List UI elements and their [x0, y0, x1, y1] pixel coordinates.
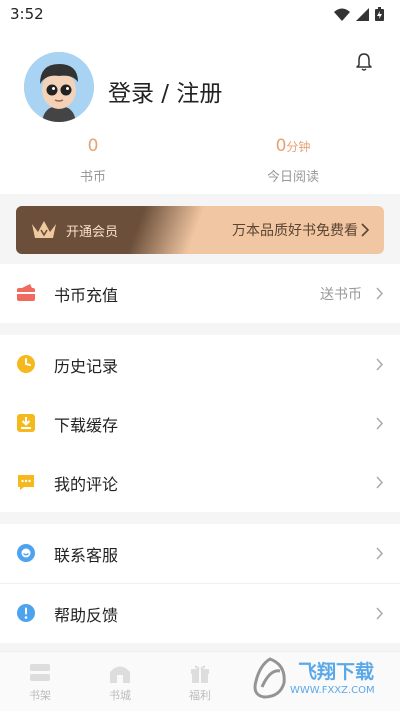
stat-reading-number: 0 [275, 136, 287, 156]
stat-reading-unit: 分钟 [286, 140, 311, 154]
recharge-value: 送书币 [320, 286, 362, 303]
watermark: 飞翔下载 WWW.FXXZ.COM [250, 655, 390, 705]
tab-bookshelf-label: 书架 [29, 688, 51, 702]
help-feedback-label: 帮助反馈 [54, 605, 119, 625]
stat-reading-label: 今日阅读 [266, 170, 319, 185]
tab-bookstore-label: 书城 [109, 688, 131, 702]
customer-service-label: 联系客服 [54, 545, 119, 565]
profile-header: 登录 / 注册 0 书币 0分钟 今日阅读 [0, 28, 400, 194]
comments-label: 我的评论 [54, 474, 119, 494]
chevron-right-icon [376, 358, 384, 371]
history-row[interactable]: 历史记录 [0, 335, 400, 394]
stat-reading-time[interactable]: 0分钟 今日阅读 [193, 134, 393, 185]
chevron-right-icon [361, 223, 370, 237]
avatar-illustration [24, 52, 94, 122]
download-label: 下载缓存 [54, 415, 119, 435]
comment-icon [18, 475, 34, 490]
recharge-label: 书币充值 [54, 285, 119, 305]
comments-row[interactable]: 我的评论 [0, 453, 400, 512]
stat-coins-value: 0 [0, 134, 193, 158]
vip-promo-label: 万本品质好书免费看 [232, 223, 358, 239]
bell-icon[interactable] [354, 52, 374, 72]
vip-section: 开通会员 万本品质好书免费看 [0, 194, 400, 264]
bookstore-icon [110, 666, 130, 683]
crown-icon [32, 221, 56, 238]
vip-open-label: 开通会员 [66, 225, 119, 240]
status-bar: 3:52 [0, 0, 400, 28]
wallet-icon [17, 284, 35, 301]
vip-banner[interactable]: 开通会员 万本品质好书免费看 [16, 206, 384, 254]
chevron-right-icon [376, 417, 384, 430]
clock-icon [17, 355, 35, 373]
bookshelf-icon [30, 663, 50, 681]
tab-welfare-label: 福利 [189, 688, 211, 702]
watermark-url: WWW.FXXZ.COM [290, 685, 375, 696]
status-time: 3:52 [10, 5, 44, 23]
tab-bookshelf[interactable]: 书架 [0, 652, 80, 711]
customer-service-icon [17, 544, 35, 562]
login-register-link[interactable]: 登录 / 注册 [108, 74, 222, 108]
chevron-right-icon [376, 607, 384, 620]
help-feedback-icon [17, 604, 35, 622]
wifi-icon [334, 8, 350, 21]
watermark-title: 飞翔下载 [298, 661, 375, 683]
tab-welfare[interactable]: 福利 [160, 652, 240, 711]
chevron-right-icon [376, 287, 384, 300]
customer-service-row[interactable]: 联系客服 [0, 524, 400, 583]
chevron-right-icon [376, 547, 384, 560]
chevron-right-icon [376, 476, 384, 489]
download-row[interactable]: 下载缓存 [0, 394, 400, 453]
gift-icon [191, 664, 209, 683]
status-icons [334, 7, 384, 21]
signal-icon [356, 7, 369, 21]
watermark-logo [253, 657, 286, 699]
recharge-row[interactable]: 书币充值 送书币 [0, 264, 400, 323]
history-label: 历史记录 [54, 356, 119, 376]
section-gap [0, 512, 400, 524]
stat-coins-number: 0 [87, 136, 99, 156]
stat-coins[interactable]: 0 书币 [0, 134, 193, 185]
stat-reading-value: 0分钟 [193, 134, 393, 158]
download-icon [17, 414, 35, 432]
battery-icon [375, 7, 384, 21]
help-feedback-row[interactable]: 帮助反馈 [0, 584, 400, 643]
tab-bookstore[interactable]: 书城 [80, 652, 160, 711]
avatar[interactable] [24, 52, 94, 122]
stat-coins-label: 书币 [79, 170, 106, 185]
section-gap [0, 323, 400, 335]
